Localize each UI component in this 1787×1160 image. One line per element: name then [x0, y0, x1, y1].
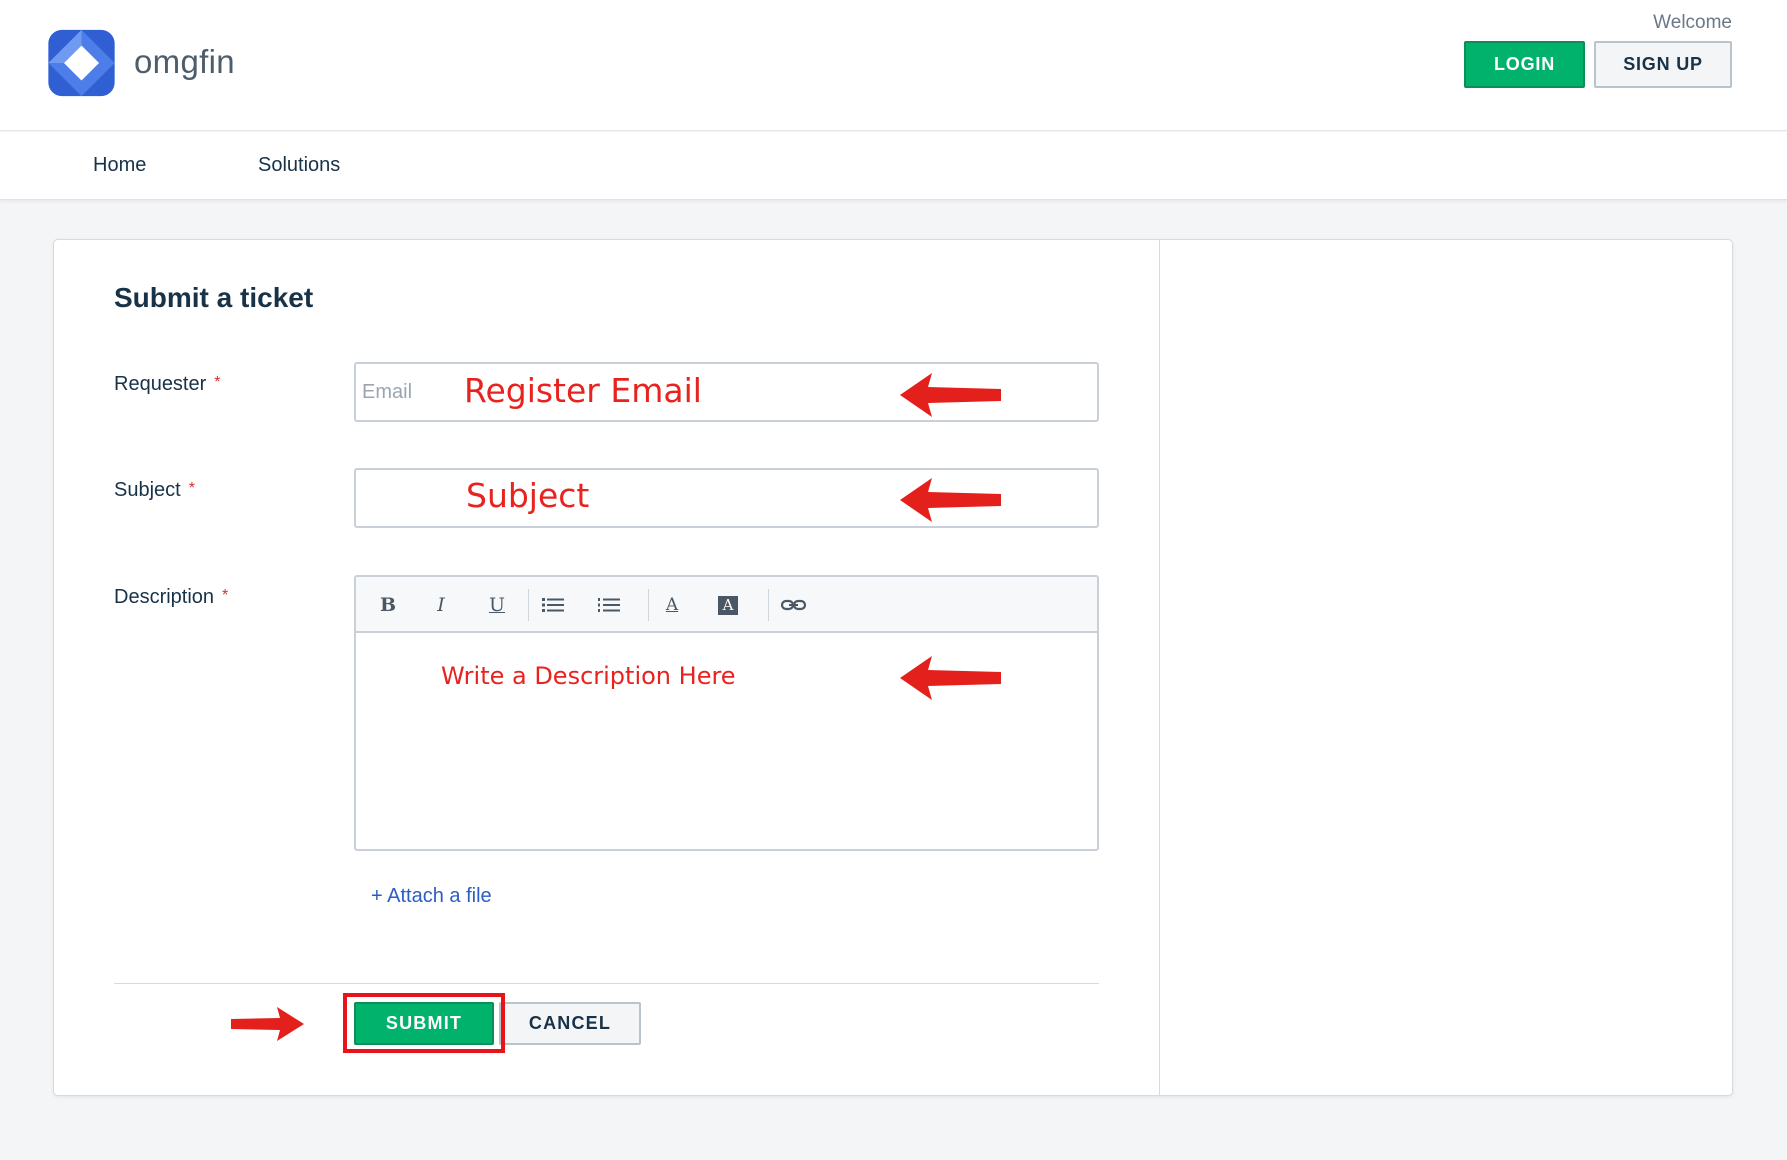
form-divider: [114, 983, 1099, 984]
cancel-button[interactable]: CANCEL: [499, 1002, 641, 1045]
requester-label: Requester *: [114, 373, 221, 396]
required-mark: *: [188, 480, 195, 497]
welcome-text: Welcome: [1653, 12, 1732, 33]
bold-icon[interactable]: B: [373, 590, 403, 620]
underline-icon[interactable]: U: [482, 590, 512, 620]
nav-item-home[interactable]: Home: [93, 154, 146, 177]
signup-button[interactable]: SIGN UP: [1594, 41, 1732, 88]
attach-file-link[interactable]: + Attach a file: [371, 885, 492, 908]
description-textarea[interactable]: [356, 633, 1097, 849]
toolbar-separator: [768, 589, 769, 621]
background-color-icon[interactable]: A: [713, 590, 743, 620]
subject-label: Subject *: [114, 479, 195, 502]
link-icon[interactable]: [779, 590, 809, 620]
login-button[interactable]: LOGIN: [1464, 41, 1585, 88]
required-mark: *: [222, 587, 229, 604]
description-editor: B I U A A: [354, 575, 1099, 851]
toolbar-separator: [528, 589, 529, 621]
nav-item-solutions[interactable]: Solutions: [258, 154, 340, 177]
background-color-glyph: A: [718, 595, 738, 615]
submit-button[interactable]: SUBMIT: [354, 1002, 494, 1045]
bulleted-list-icon[interactable]: [538, 590, 568, 620]
requester-email-input[interactable]: [354, 362, 1099, 422]
required-mark: *: [214, 374, 221, 391]
numbered-list-icon[interactable]: [594, 590, 624, 620]
subject-label-text: Subject: [114, 479, 181, 501]
description-label-text: Description: [114, 586, 215, 608]
omgfin-logo-icon[interactable]: [42, 24, 121, 102]
site-header: omgfin Welcome LOGIN SIGN UP: [0, 0, 1787, 131]
card-divider: [1159, 240, 1160, 1095]
description-label: Description *: [114, 586, 228, 609]
editor-toolbar: B I U A A: [356, 577, 1097, 633]
italic-icon[interactable]: I: [426, 590, 456, 620]
text-color-icon[interactable]: A: [657, 590, 687, 620]
toolbar-separator: [648, 589, 649, 621]
brand-name[interactable]: omgfin: [134, 43, 235, 81]
main-nav: Home Solutions: [0, 132, 1787, 200]
requester-label-text: Requester: [114, 373, 207, 395]
page-title: Submit a ticket: [114, 282, 314, 313]
subject-input[interactable]: [354, 468, 1099, 528]
